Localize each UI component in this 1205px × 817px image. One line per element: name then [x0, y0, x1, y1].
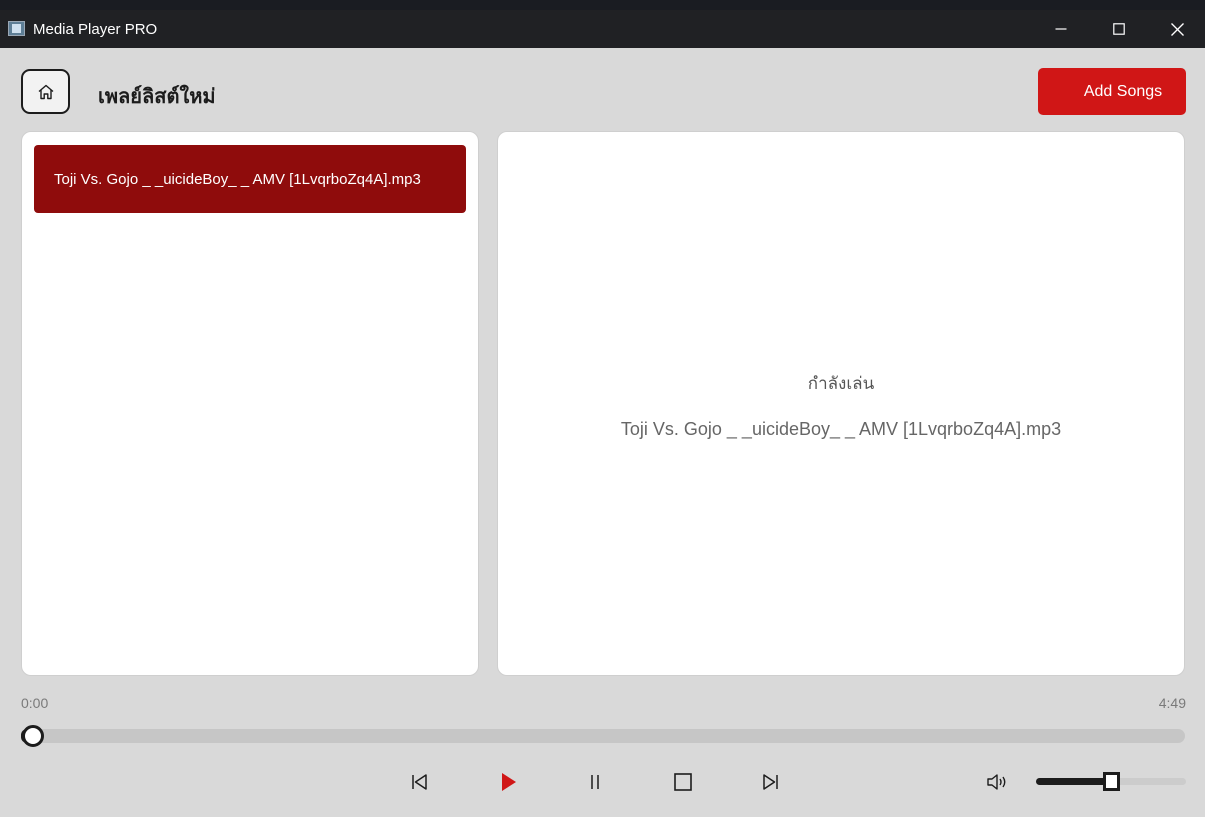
volume-icon — [987, 774, 1006, 790]
seek-bar[interactable] — [21, 725, 1185, 747]
minimize-icon — [1055, 28, 1067, 30]
total-time: 4:49 — [1158, 695, 1186, 711]
play-button[interactable] — [492, 766, 524, 798]
minimize-button[interactable] — [1032, 10, 1090, 48]
next-button[interactable] — [754, 766, 786, 798]
add-songs-button[interactable]: Add Songs — [1038, 68, 1186, 115]
play-icon — [502, 773, 516, 791]
seek-bar-thumb[interactable] — [21, 725, 44, 747]
volume-slider-thumb[interactable] — [1103, 772, 1120, 791]
stop-icon — [674, 773, 692, 791]
now-playing-track: Toji Vs. Gojo _ _uicideBoy_ _ AMV [1Lvqr… — [620, 419, 1062, 439]
stop-button[interactable] — [667, 766, 699, 798]
pause-icon — [591, 775, 599, 789]
maximize-button[interactable] — [1090, 10, 1148, 48]
current-time: 0:00 — [21, 695, 49, 711]
volume-button[interactable] — [985, 770, 1011, 794]
playlist-title: เพลย์ลิสต์ใหม่ — [98, 86, 216, 108]
window-titlebar: Media Player PRO — [0, 10, 1205, 48]
pause-button[interactable] — [579, 766, 611, 798]
desktop-top-strip — [0, 0, 1205, 10]
now-playing-panel: กำลังเล่น Toji Vs. Gojo _ _uicideBoy_ _ … — [497, 131, 1185, 676]
app-icon — [8, 21, 25, 36]
home-button[interactable] — [21, 69, 70, 114]
skip-next-icon — [763, 774, 778, 790]
now-playing-label: กำลังเล่น — [807, 374, 875, 393]
playlist-panel: Toji Vs. Gojo _ _uicideBoy_ _ AMV [1Lvqr… — [21, 131, 479, 676]
volume-slider[interactable] — [1036, 772, 1186, 791]
close-icon — [1170, 22, 1184, 36]
volume-slider-fill — [1036, 778, 1111, 785]
window-title: Media Player PRO — [33, 21, 158, 38]
maximize-icon — [1113, 23, 1125, 35]
close-button[interactable] — [1148, 10, 1205, 48]
previous-button[interactable] — [404, 766, 436, 798]
playlist-item[interactable]: Toji Vs. Gojo _ _uicideBoy_ _ AMV [1Lvqr… — [34, 145, 466, 213]
skip-previous-icon — [412, 774, 427, 790]
home-icon — [38, 84, 53, 99]
